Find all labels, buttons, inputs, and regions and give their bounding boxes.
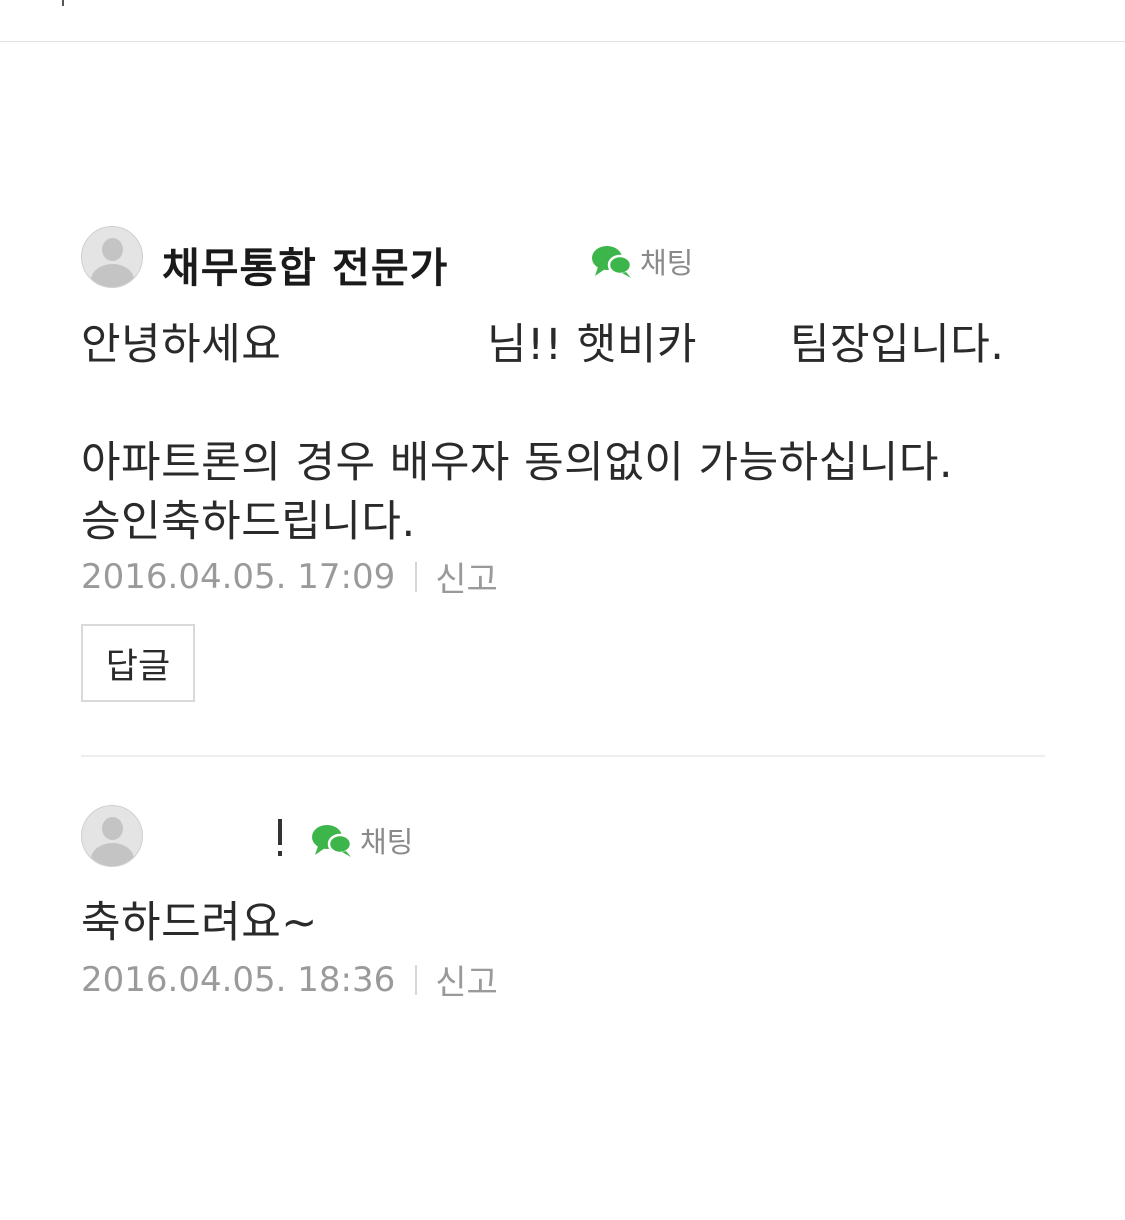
avatar-body (91, 264, 134, 287)
chat-button[interactable]: 채팅 (310, 819, 413, 861)
comment-honorific: 님!! 햇비카 (487, 320, 697, 370)
report-link[interactable]: 신고 (435, 955, 498, 1004)
avatar-body (91, 843, 134, 866)
comment-body-line: 아파트론의 경우 배우자 동의없이 가능하십니다. (81, 438, 954, 488)
comment-meta: 2016.04.05. 17:09 신고 (81, 552, 498, 601)
comment-greeting: 안녕하세요 (81, 320, 282, 370)
chat-label: 채팅 (640, 246, 694, 280)
comment-title: 팀장입니다. (790, 320, 1005, 370)
speech-bubble-icon (592, 246, 633, 278)
avatar-head (102, 238, 123, 261)
comment-timestamp: 2016.04.05. 17:09 (81, 556, 396, 597)
comment-body: 축하드려요~ (81, 898, 318, 948)
meta-separator (415, 561, 418, 592)
comment-author[interactable]: 채무통합 전문가 (162, 234, 448, 294)
avatar-head (102, 817, 123, 840)
avatar[interactable] (81, 226, 143, 288)
speech-bubble-icon (312, 825, 353, 857)
comment-divider (81, 755, 1045, 757)
avatar[interactable] (81, 805, 143, 867)
chat-label: 채팅 (360, 825, 414, 859)
report-link[interactable]: 신고 (435, 552, 498, 601)
top-edge-mark (62, 0, 64, 6)
top-divider (0, 41, 1125, 42)
comment-author-mark (278, 819, 282, 857)
comment-body-line: 승인축하드립니다. (81, 497, 416, 547)
comment-meta: 2016.04.05. 18:36 신고 (81, 955, 498, 1004)
meta-separator (415, 964, 418, 995)
reply-button[interactable]: 답글 (81, 624, 195, 702)
chat-button[interactable]: 채팅 (590, 240, 693, 282)
comment-timestamp: 2016.04.05. 18:36 (81, 959, 396, 1000)
